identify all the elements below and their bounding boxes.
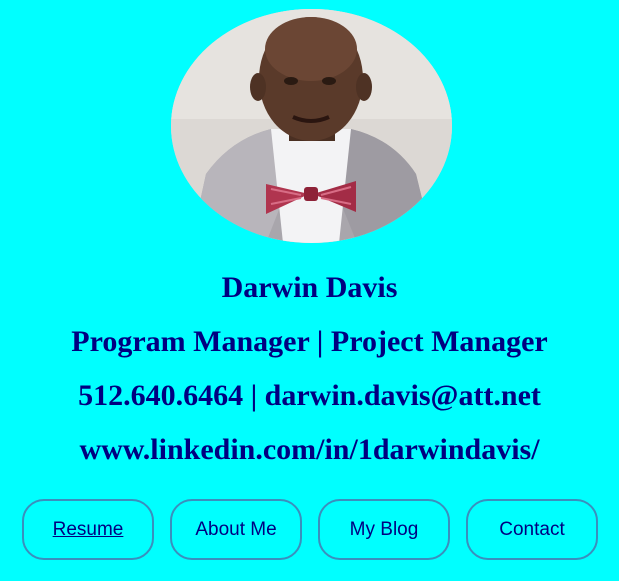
profile-name: Darwin Davis	[221, 271, 398, 304]
contact-info: 512.640.6464 | darwin.davis@att.net	[78, 379, 541, 412]
about-me-button[interactable]: About Me	[170, 499, 302, 560]
profile-photo	[171, 9, 452, 243]
linkedin-url: www.linkedin.com/in/1darwindavis/	[79, 433, 540, 466]
contact-button[interactable]: Contact	[466, 499, 598, 560]
my-blog-button[interactable]: My Blog	[318, 499, 450, 560]
resume-button[interactable]: Resume	[22, 499, 154, 560]
profile-title: Program Manager | Project Manager	[71, 325, 548, 358]
